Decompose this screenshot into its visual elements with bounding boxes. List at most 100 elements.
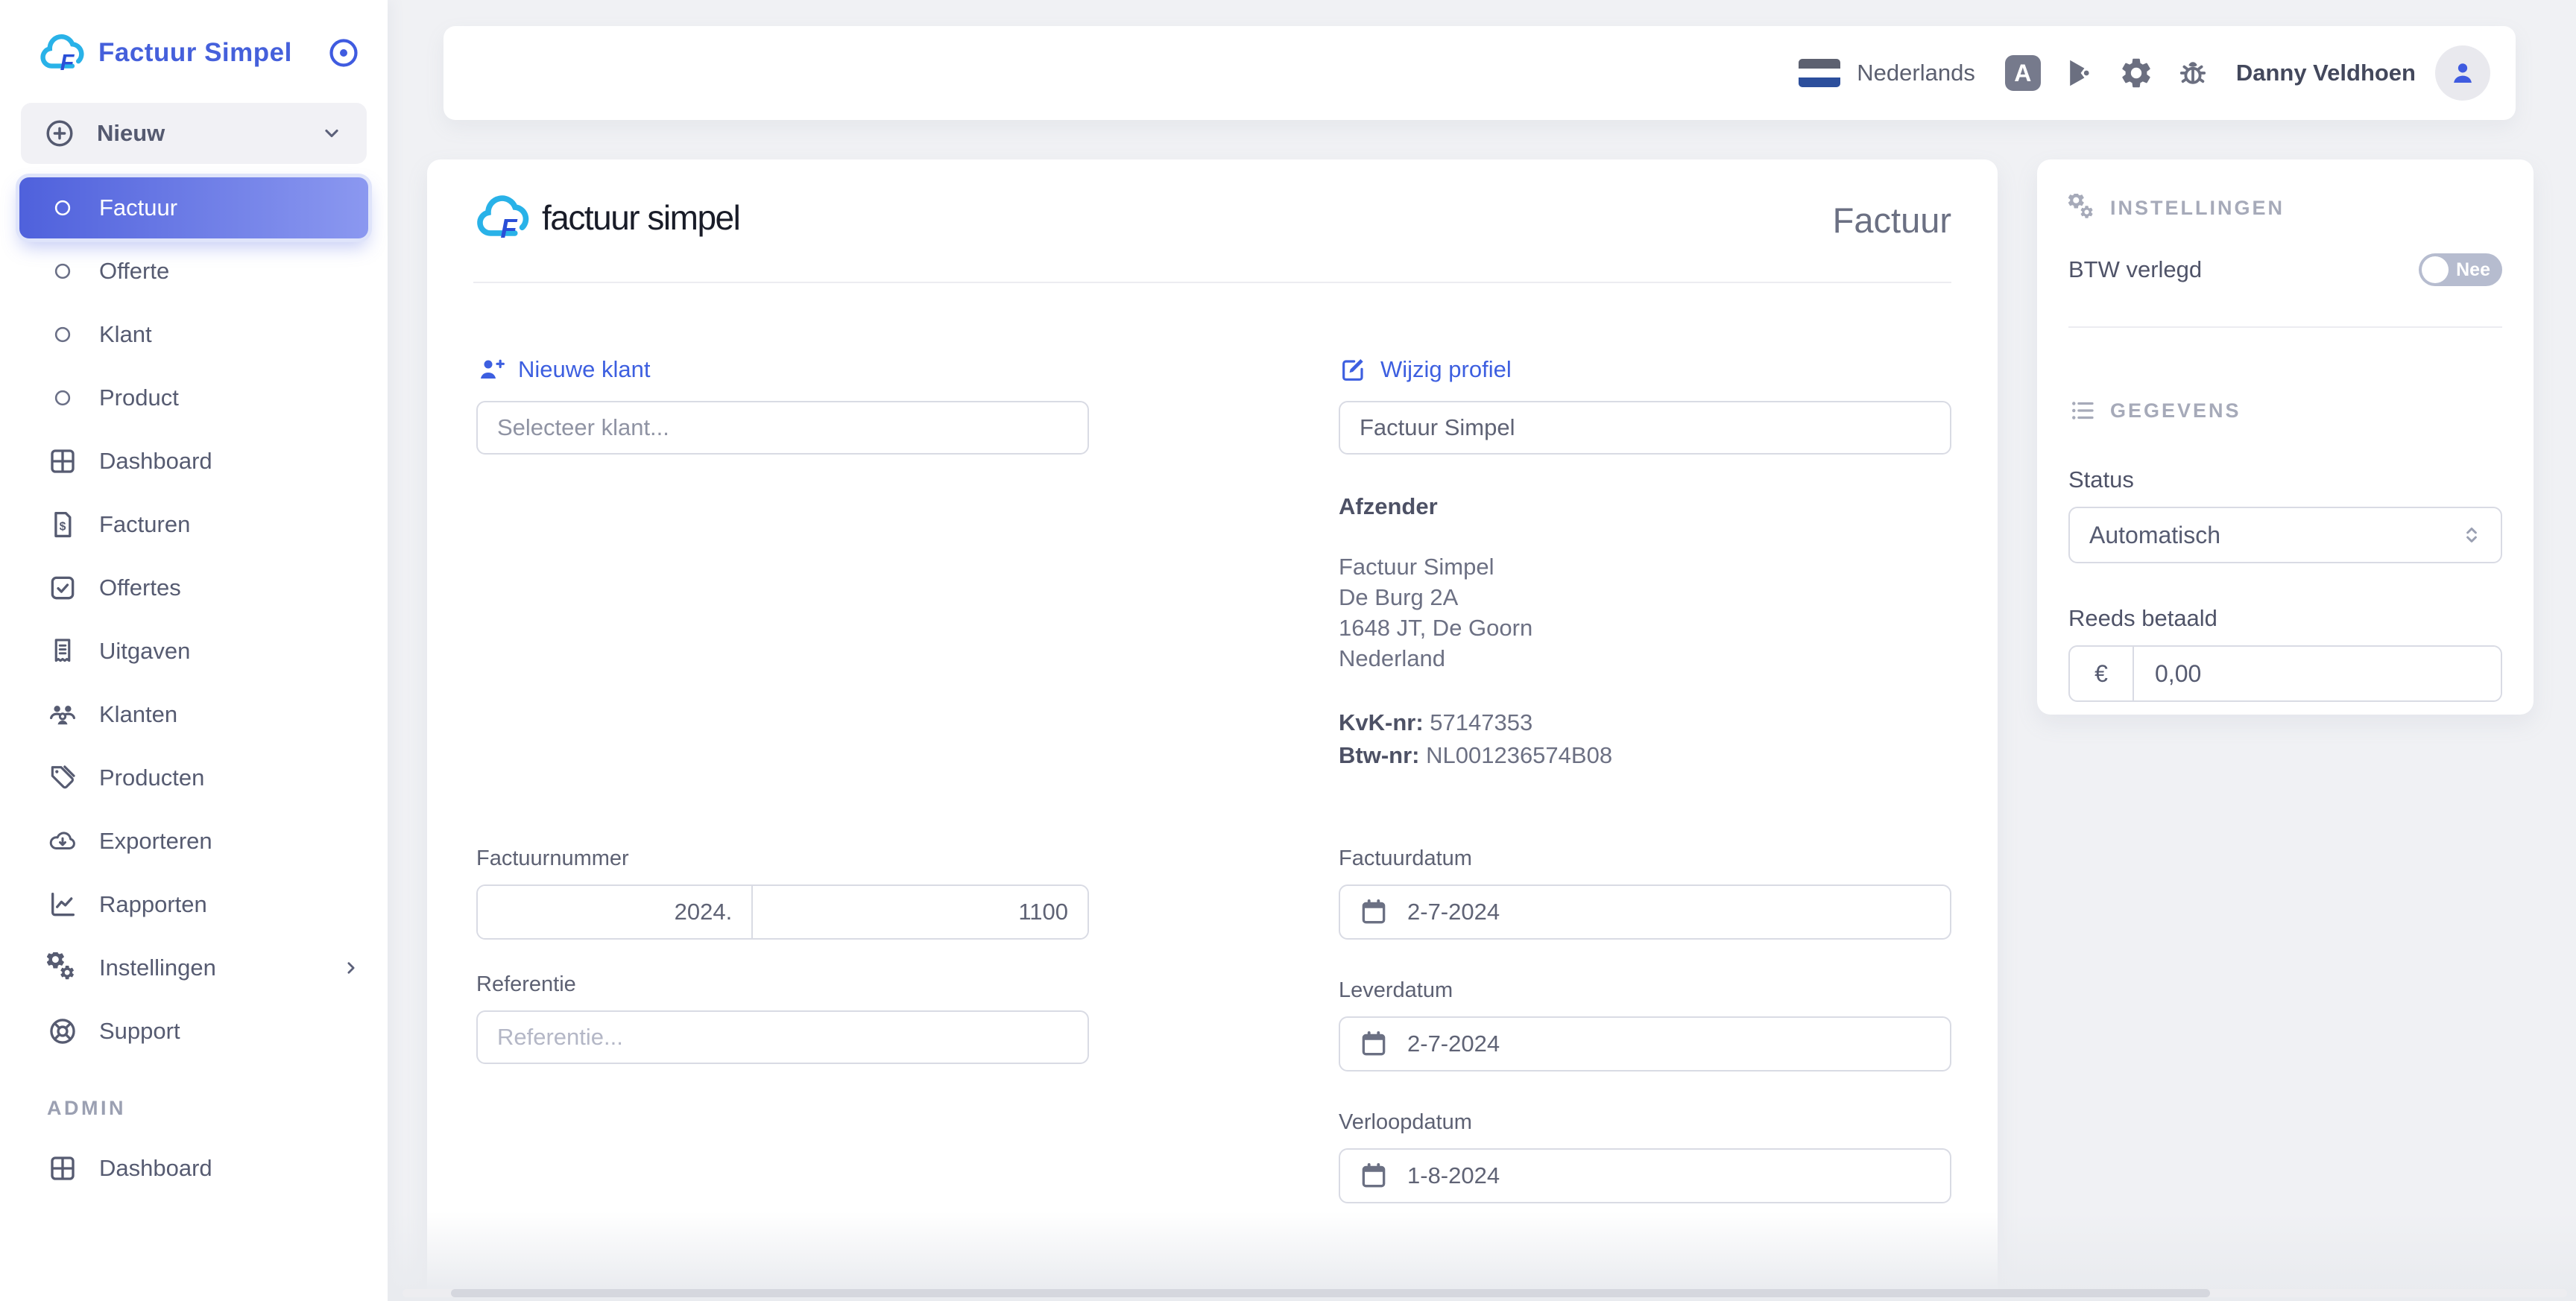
sidebar-item-label: Producten <box>99 765 204 791</box>
circle-icon <box>52 387 73 408</box>
sidebar: Factuur Simpel Nieuw Factuur Offerte Kla… <box>0 0 388 1301</box>
settings-heading-row: INSTELLINGEN <box>2068 194 2502 222</box>
bug-icon[interactable] <box>2175 55 2211 91</box>
invoice-number-prefix-input[interactable] <box>478 886 751 938</box>
users-icon <box>47 699 78 730</box>
paid-amount-input[interactable] <box>2134 647 2501 700</box>
sidebar-item-producten[interactable]: Producten <box>0 746 388 809</box>
sidebar-item-label: Uitgaven <box>99 638 190 665</box>
new-client-link[interactable]: Nieuwe klant <box>476 355 1089 384</box>
horizontal-scrollbar-thumb[interactable] <box>451 1289 2210 1297</box>
sidebar-item-label: Offerte <box>99 258 169 285</box>
cloud-logo-icon <box>37 33 85 73</box>
sidebar-item-label: Support <box>99 1018 180 1045</box>
due-date-value: 1-8-2024 <box>1407 1162 1500 1189</box>
sidebar-admin-nav: Dashboard <box>0 1136 388 1200</box>
person-plus-icon <box>476 355 506 384</box>
sender-line: De Burg 2A <box>1339 582 1951 612</box>
avatar[interactable] <box>2435 45 2490 101</box>
btw-value: NL001236574B08 <box>1426 742 1612 768</box>
sidebar-item-instellingen[interactable]: Instellingen <box>0 936 388 999</box>
gears-icon <box>47 952 78 984</box>
client-column: Nieuwe klant <box>476 355 1089 772</box>
pencil-square-icon <box>1339 355 1368 384</box>
app-title: Factuur Simpel <box>98 38 326 68</box>
language-label[interactable]: Nederlands <box>1857 60 1975 86</box>
sidebar-item-factuur-pill: Factuur <box>19 177 368 238</box>
sidebar-item-facturen[interactable]: Facturen <box>0 493 388 556</box>
settings-heading: INSTELLINGEN <box>2110 197 2285 220</box>
google-play-icon[interactable] <box>2062 55 2097 91</box>
sidebar-item-rapporten[interactable]: Rapporten <box>0 873 388 936</box>
invoice-date-field[interactable]: 2-7-2024 <box>1339 884 1951 940</box>
new-client-label: Nieuwe klant <box>518 356 650 383</box>
kvk-value: 57147353 <box>1430 709 1532 735</box>
sidebar-item-label: Klanten <box>99 701 177 728</box>
grid-icon <box>47 446 78 477</box>
reference-label: Referentie <box>476 972 1089 997</box>
due-date-group: Verloopdatum 1-8-2024 <box>1339 1110 1951 1203</box>
sidebar-item-klant[interactable]: Klant <box>0 303 388 366</box>
profile-name-input[interactable] <box>1339 401 1951 455</box>
data-heading: GEGEVENS <box>2110 399 2241 422</box>
toggle-knob <box>2422 256 2449 283</box>
sender-heading: Afzender <box>1339 493 1951 520</box>
netherlands-flag-icon[interactable] <box>1799 59 1840 87</box>
chevron-right-icon <box>340 957 362 979</box>
sidebar-item-label: Klant <box>99 321 152 348</box>
sidebar-item-label: Dashboard <box>99 448 212 475</box>
page-title: Factuur <box>1833 200 1951 241</box>
sidebar-item-offertes[interactable]: Offertes <box>0 556 388 619</box>
number-dates-row: Factuurnummer Referentie Factuurdatum 2-… <box>427 846 1998 1242</box>
delivery-date-field[interactable]: 2-7-2024 <box>1339 1016 1951 1071</box>
sidebar-item-dashboard[interactable]: Dashboard <box>0 429 388 493</box>
sidebar-item-label: Instellingen <box>99 955 216 981</box>
plus-circle-icon <box>43 117 76 150</box>
invoice-card: factuur simpel Factuur Nieuwe klant Wijz… <box>427 159 1998 1301</box>
grid-icon <box>47 1153 78 1184</box>
btw-verlegd-label: BTW verlegd <box>2068 256 2202 283</box>
edit-profile-link[interactable]: Wijzig profiel <box>1339 355 1951 384</box>
invoice-number-input[interactable] <box>753 886 1087 938</box>
sidebar-item-factuur[interactable]: Factuur <box>0 176 388 239</box>
btw-row: Btw-nr: NL001236574B08 <box>1339 739 1951 772</box>
sidebar-item-product[interactable]: Product <box>0 366 388 429</box>
due-date-label: Verloopdatum <box>1339 1110 1951 1135</box>
sidebar-item-klanten[interactable]: Klanten <box>0 683 388 746</box>
sidebar-item-support[interactable]: Support <box>0 999 388 1063</box>
user-name[interactable]: Danny Veldhoen <box>2236 60 2416 86</box>
sidebar-item-label: Product <box>99 384 179 411</box>
bullseye-icon[interactable] <box>326 36 361 70</box>
delivery-date-label: Leverdatum <box>1339 978 1951 1003</box>
app-store-glyph: A <box>2014 60 2031 87</box>
sidebar-item-uitgaven[interactable]: Uitgaven <box>0 619 388 683</box>
new-menu-button[interactable]: Nieuw <box>21 103 367 164</box>
toggle-state-label: Nee <box>2456 259 2490 281</box>
sidebar-item-admin-dashboard[interactable]: Dashboard <box>0 1136 388 1200</box>
calendar-icon <box>1358 1160 1389 1191</box>
invoice-date-label: Factuurdatum <box>1339 846 1951 871</box>
sidebar-item-offerte[interactable]: Offerte <box>0 239 388 303</box>
app-store-icon[interactable]: A <box>2005 55 2041 91</box>
receipt-icon <box>47 636 78 667</box>
header-divider <box>473 282 1951 283</box>
circle-icon <box>52 197 73 218</box>
btw-label: Btw-nr: <box>1339 742 1419 768</box>
gear-icon[interactable] <box>2118 55 2154 91</box>
app-logo[interactable]: Factuur Simpel <box>0 0 388 73</box>
reference-input[interactable] <box>476 1010 1089 1064</box>
select-client-input[interactable] <box>476 401 1089 455</box>
settings-panel: INSTELLINGEN BTW verlegd Nee GEGEVENS St… <box>2037 159 2534 715</box>
btw-verlegd-toggle[interactable]: Nee <box>2419 253 2502 286</box>
new-menu-label: Nieuw <box>97 120 319 147</box>
status-select[interactable]: Automatisch <box>2068 507 2502 563</box>
person-icon <box>2447 57 2478 89</box>
sidebar-item-exporteren[interactable]: Exporteren <box>0 809 388 873</box>
due-date-field[interactable]: 1-8-2024 <box>1339 1148 1951 1203</box>
delivery-date-value: 2-7-2024 <box>1407 1031 1500 1057</box>
delivery-date-group: Leverdatum 2-7-2024 <box>1339 978 1951 1071</box>
client-profile-row: Nieuwe klant Wijzig profiel Afzender Fac… <box>427 355 1998 772</box>
chevron-down-icon <box>319 121 344 146</box>
horizontal-scrollbar[interactable] <box>402 1289 2567 1297</box>
sidebar-item-label: Facturen <box>99 511 190 538</box>
